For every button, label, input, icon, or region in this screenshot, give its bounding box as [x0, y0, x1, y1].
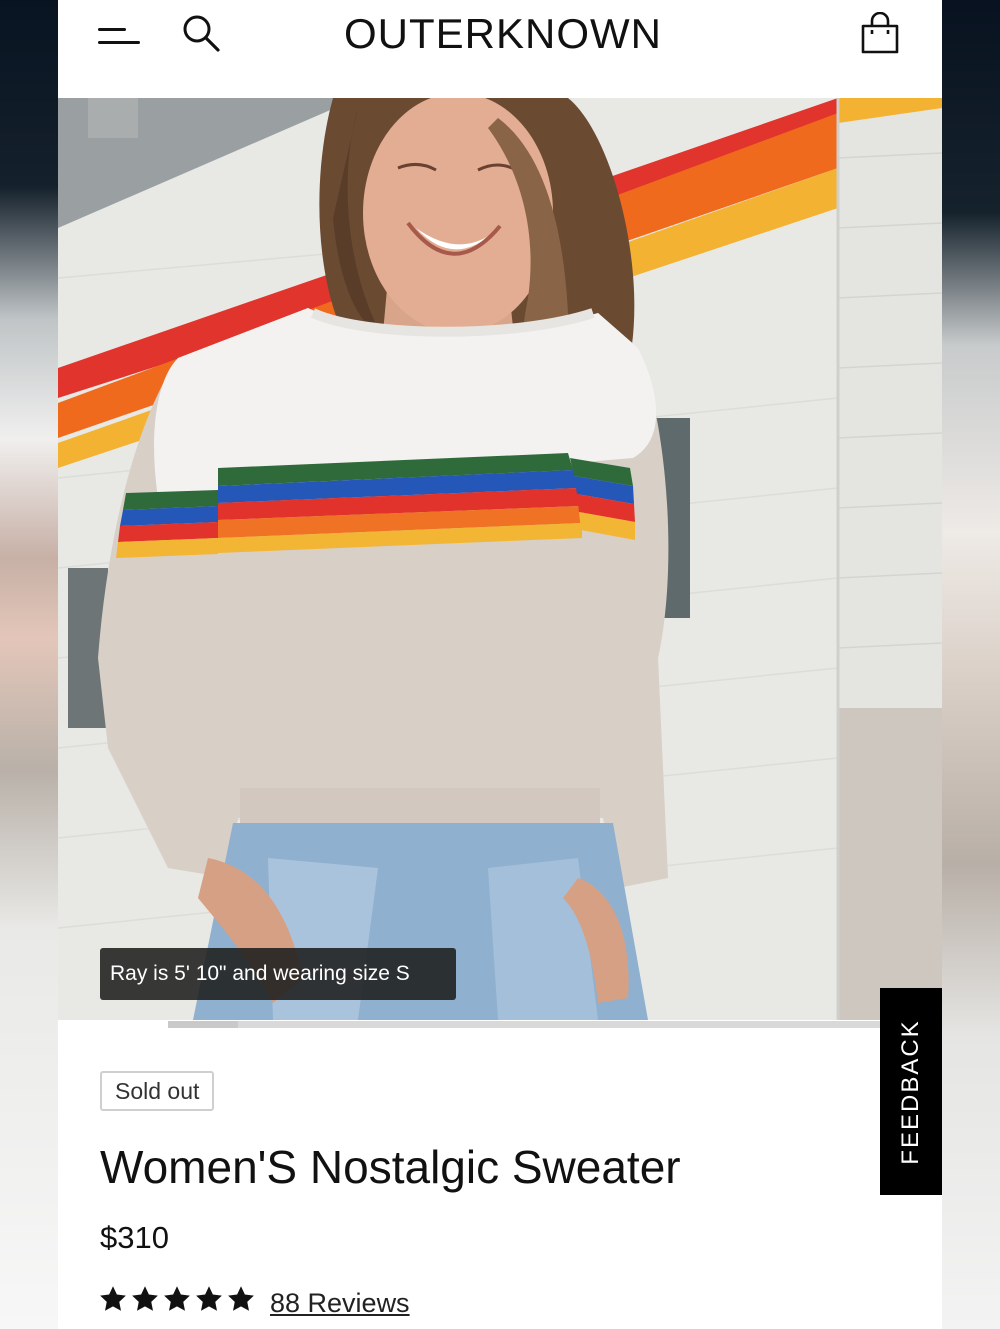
- star-rating[interactable]: [98, 1284, 256, 1324]
- gallery-progress-track: [168, 1021, 942, 1028]
- feedback-label: FEEDBACK: [897, 1018, 924, 1165]
- menu-icon[interactable]: [98, 22, 144, 50]
- phone-screen: OUTERKNOWN Ray is 5' 10" and wearing siz…: [58, 0, 942, 1329]
- sold-out-badge: Sold out: [100, 1071, 215, 1111]
- model-size-caption: Ray is 5' 10" and wearing size S: [100, 948, 456, 1000]
- gallery-progress-fill: [168, 1021, 238, 1028]
- star-icon: [100, 1286, 126, 1311]
- star-icon: [196, 1286, 222, 1311]
- star-icon: [228, 1286, 254, 1311]
- feedback-button[interactable]: FEEDBACK: [880, 988, 942, 1195]
- brand-logo[interactable]: OUTERKNOWN: [338, 10, 668, 58]
- reviews-link[interactable]: 88 Reviews: [270, 1288, 410, 1319]
- star-icon: [132, 1286, 158, 1311]
- background-blur-left: [0, 0, 58, 1329]
- search-icon[interactable]: [180, 12, 222, 54]
- shopping-bag-icon[interactable]: [858, 12, 902, 56]
- product-title: Women'S Nostalgic Sweater: [100, 1141, 681, 1193]
- background-blur-right: [942, 0, 1000, 1329]
- star-icon: [164, 1286, 190, 1311]
- product-image[interactable]: [58, 98, 942, 1020]
- site-header: OUTERKNOWN: [58, 0, 942, 98]
- product-price: $310: [100, 1220, 169, 1255]
